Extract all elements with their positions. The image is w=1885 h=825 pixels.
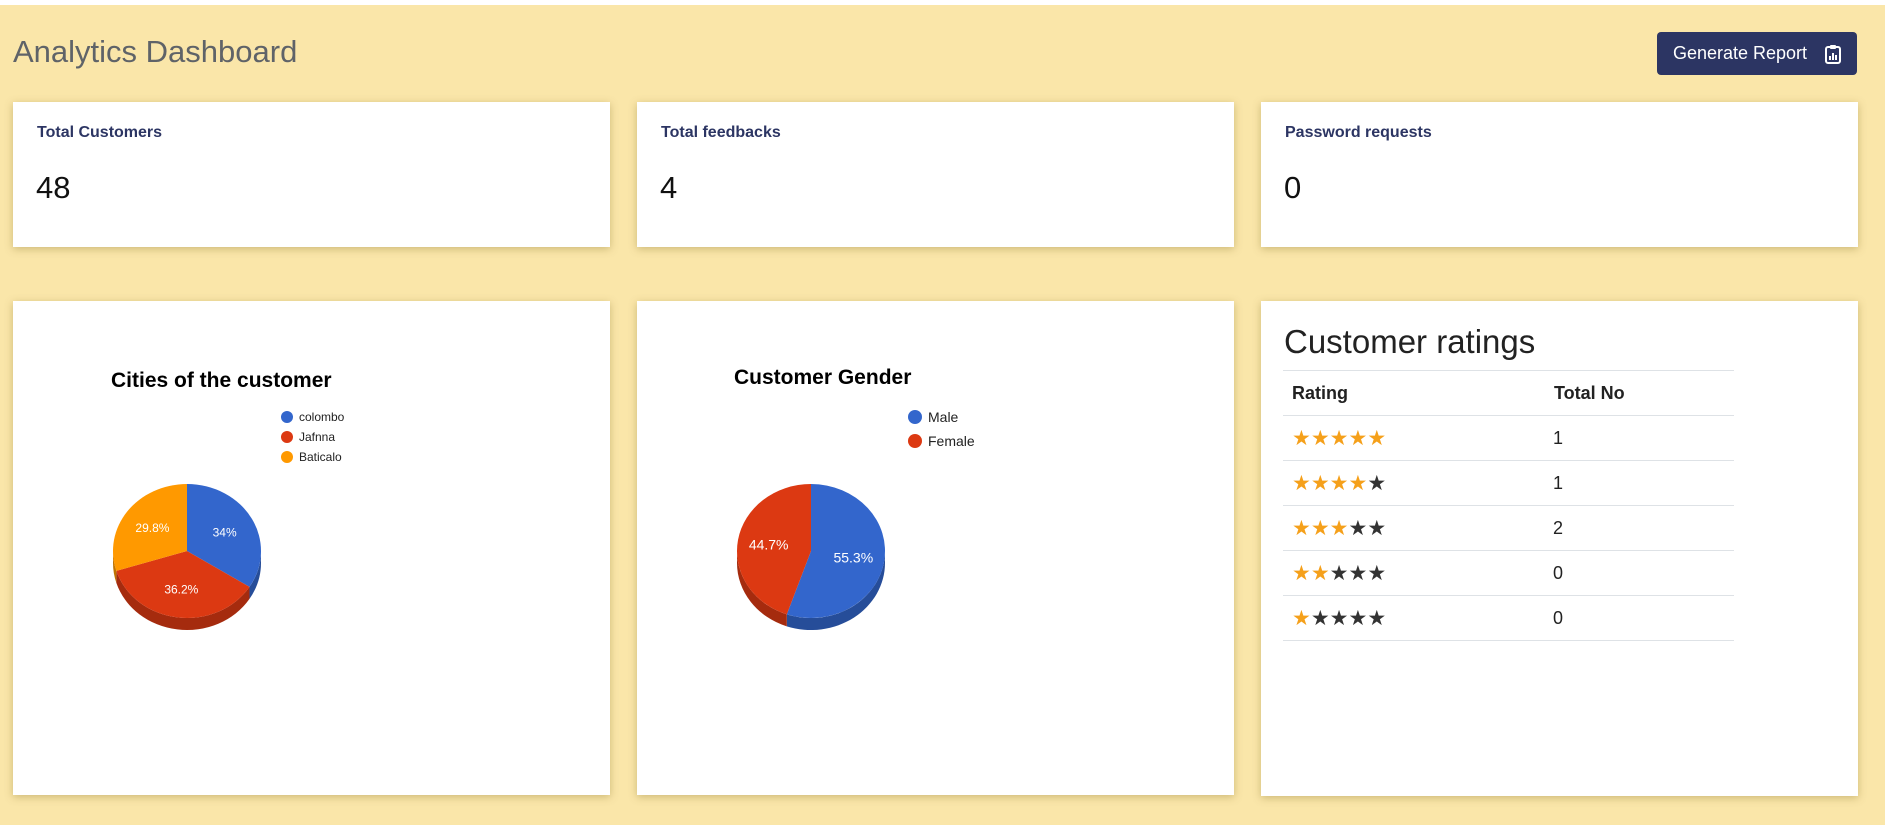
star-filled-icon: ★ [1329,516,1349,540]
chart-title: Customer Gender [734,366,911,389]
rating-stars-cell: ★★★★★ [1283,505,1545,551]
rating-stars-cell: ★★★★★ [1283,550,1545,596]
star-empty-icon: ★ [1329,561,1349,585]
table-row: ★★★★★ 0 [1283,550,1734,596]
star-filled-icon: ★ [1348,471,1368,495]
generate-report-button[interactable]: Generate Report [1657,32,1857,75]
table-row: ★★★★★ 2 [1283,505,1734,551]
rating-total-cell: 0 [1545,550,1734,596]
legend-label: Male [928,409,959,425]
star-empty-icon: ★ [1348,606,1368,630]
stat-value: 48 [36,170,71,205]
slice-value-label: 44.7% [749,536,789,552]
star-filled-icon: ★ [1367,426,1387,450]
star-filled-icon: ★ [1292,426,1311,450]
table-row: ★★★★★ 1 [1283,415,1734,461]
total-column-header: Total No [1545,370,1734,416]
stat-label: Total Customers [37,124,163,141]
slice-value-label: 36.2% [164,583,198,597]
stat-label: Total feedbacks [661,124,781,141]
star-filled-icon: ★ [1310,561,1330,585]
stat-value: 0 [1284,170,1302,205]
legend-swatch [281,451,293,463]
rating-total-cell: 0 [1545,595,1734,641]
star-empty-icon: ★ [1367,516,1387,540]
star-filled-icon: ★ [1292,516,1311,540]
rating-stars-cell: ★★★★★ [1283,460,1545,506]
star-filled-icon: ★ [1292,606,1311,630]
star-filled-icon: ★ [1310,516,1330,540]
ratings-header-row: Rating Total No [1283,370,1734,416]
legend-label: Female [928,433,975,449]
star-empty-icon: ★ [1367,606,1387,630]
star-filled-icon: ★ [1292,471,1311,495]
stat-label: Password requests [1285,124,1432,141]
gender-chart-card: Customer Gender Male Female 55.3% 44.7% [637,301,1234,795]
star-filled-icon: ★ [1310,426,1330,450]
page-title: Analytics Dashboard [13,34,298,69]
slice-value-label: 34% [213,525,237,539]
rating-total-cell: 1 [1545,415,1734,461]
rating-total-cell: 2 [1545,505,1734,551]
top-strip [0,0,1885,5]
star-filled-icon: ★ [1310,471,1330,495]
rating-total-cell: 1 [1545,460,1734,506]
star-filled-icon: ★ [1292,561,1311,585]
slice-value-label: 29.8% [135,521,169,535]
star-empty-icon: ★ [1367,561,1387,585]
star-empty-icon: ★ [1310,606,1330,630]
stat-card-total-feedbacks: Total feedbacks 4 [637,102,1234,247]
cities-chart-card: Cities of the customer colombo Jafnna Batic… [13,301,610,795]
ratings-title: Customer ratings [1284,323,1536,360]
table-row: ★★★★★ 1 [1283,460,1734,506]
clipboard-icon [1825,44,1842,64]
gender-pie-chart: Customer Gender Male Female 55.3% 44.7% [734,366,975,630]
legend-swatch [281,411,293,423]
star-empty-icon: ★ [1367,471,1387,495]
star-empty-icon: ★ [1348,561,1368,585]
rating-stars-cell: ★★★★★ [1283,415,1545,461]
table-row: ★★★★★ 0 [1283,595,1734,641]
cities-pie-chart: Cities of the customer colombo Jafnna Batic… [111,369,345,630]
legend-swatch [908,410,922,424]
legend-label: Jafnna [299,430,335,444]
legend-label: Baticalo [299,450,342,464]
stat-value: 4 [660,170,678,205]
stat-card-password-requests: Password requests 0 [1261,102,1858,247]
stat-card-total-customers: Total Customers 48 [13,102,610,247]
chart-title: Cities of the customer [111,369,332,392]
legend-label: colombo [299,410,345,424]
rating-column-header: Rating [1283,370,1545,416]
slice-value-label: 55.3% [833,549,873,565]
generate-report-label: Generate Report [1672,43,1808,63]
legend-swatch [281,431,293,443]
rating-stars-cell: ★★★★★ [1283,595,1545,641]
star-filled-icon: ★ [1348,426,1368,450]
star-filled-icon: ★ [1329,471,1349,495]
ratings-table: Rating Total No ★★★★★ 1 ★★★★★ 1 ★★★★★ 2 ★★★★★ 0… [1283,370,1734,641]
legend-swatch [908,434,922,448]
ratings-card: Customer ratings Rating Total No ★★★★★ 1 ★… [1261,301,1858,796]
star-empty-icon: ★ [1329,606,1349,630]
star-empty-icon: ★ [1348,516,1368,540]
star-filled-icon: ★ [1329,426,1349,450]
